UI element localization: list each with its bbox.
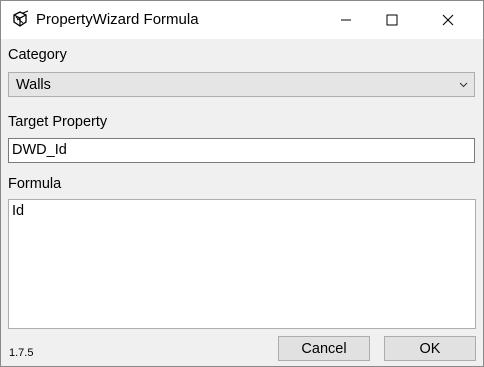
minimize-icon — [341, 19, 351, 21]
category-value: Walls — [16, 77, 51, 93]
formula-label: Formula — [8, 176, 62, 192]
formula-input[interactable]: Id — [8, 199, 476, 329]
dialog-content: Category Walls Target Property DWD_Id Fo… — [1, 39, 483, 366]
window-title: PropertyWizard Formula — [36, 11, 199, 28]
maximize-button[interactable] — [369, 1, 415, 39]
title-bar[interactable]: PropertyWizard Formula — [1, 1, 483, 39]
target-property-label: Target Property — [8, 114, 108, 130]
minimize-button[interactable] — [323, 1, 369, 39]
category-select[interactable]: Walls — [8, 72, 475, 97]
maximize-icon — [386, 14, 398, 26]
close-icon — [442, 14, 454, 26]
category-label: Category — [8, 47, 67, 63]
ok-button[interactable]: OK — [384, 336, 476, 361]
chevron-down-icon — [459, 82, 468, 88]
version-label: 1.7.5 — [9, 347, 34, 359]
dialog-window: PropertyWizard Formula Category Walls Ta… — [0, 0, 484, 367]
close-button[interactable] — [425, 1, 471, 39]
target-property-input[interactable]: DWD_Id — [8, 138, 475, 163]
app-cube-icon — [13, 10, 29, 27]
cancel-button[interactable]: Cancel — [278, 336, 370, 361]
